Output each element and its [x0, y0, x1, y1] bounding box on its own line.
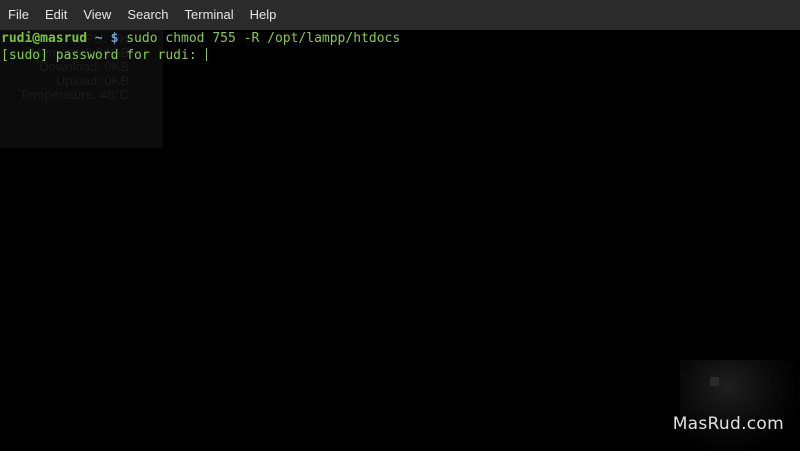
text-cursor [205, 48, 207, 61]
command-line: rudi@masrud ~ $ sudo chmod 755 -R /opt/l… [1, 30, 400, 47]
menu-file[interactable]: File [0, 0, 37, 30]
sudo-password-prompt: [sudo] password for rudi: [1, 48, 205, 63]
menu-help[interactable]: Help [242, 0, 285, 30]
password-line[interactable]: [sudo] password for rudi: [1, 47, 207, 64]
prompt-user-host: rudi@masrud [1, 31, 88, 46]
menu-view[interactable]: View [75, 0, 119, 30]
background-light [710, 377, 719, 386]
menu-bar: File Edit View Search Terminal Help [0, 0, 800, 30]
overlay-upload: Upload: 0KB [56, 73, 129, 88]
menu-edit[interactable]: Edit [37, 0, 75, 30]
prompt-path: ~ $ [87, 31, 127, 46]
command-text: sudo chmod 755 -R /opt/lampp/htdocs [126, 31, 401, 46]
menu-terminal[interactable]: Terminal [177, 0, 242, 30]
overlay-temperature: Temperature: 46°C [19, 87, 129, 102]
watermark-text: MasRud.com [672, 414, 784, 434]
menu-search[interactable]: Search [119, 0, 176, 30]
background-glow [680, 360, 800, 451]
